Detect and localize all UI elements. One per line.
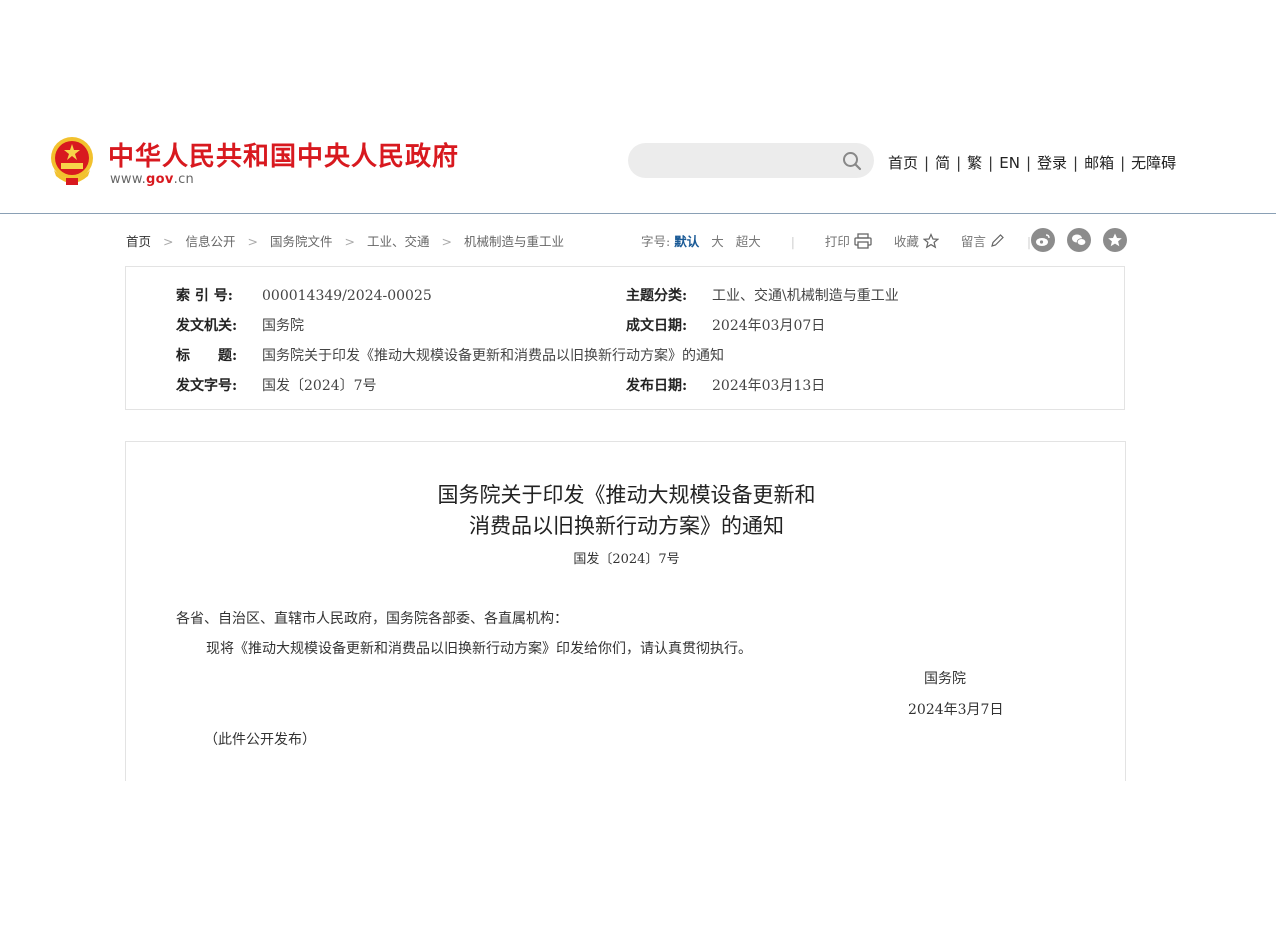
meta-doc-number-value: 国发〔2024〕7号 (262, 378, 377, 394)
article-toolbar: 字号: 默认 大 超大 | 打印 收藏 留言 | (641, 231, 1057, 250)
article-salutation: 各省、自治区、直辖市人民政府，国务院各部委、各直属机构： (176, 611, 568, 627)
meta-publish-date-value: 2024年03月13日 (712, 378, 826, 394)
meta-issuer-value: 国务院 (262, 318, 304, 334)
star-share-icon[interactable] (1103, 228, 1127, 252)
meta-publish-date: 发布日期: 2024年03月13日 (626, 375, 825, 395)
article-body: 国务院关于印发《推动大规模设备更新和 消费品以旧换新行动方案》的通知 国发〔20… (125, 441, 1126, 781)
breadcrumb-chevron-icon: > (344, 234, 355, 249)
favorite-button[interactable]: 收藏 (894, 231, 939, 250)
meta-index: 索 引 号: 000014349/2024-00025 (176, 285, 432, 305)
breadcrumb-chevron-icon: > (441, 234, 452, 249)
meta-topic-label: 主题分类: (626, 288, 688, 304)
meta-title-label: 标 题: (176, 348, 238, 364)
meta-title: 标 题: 国务院关于印发《推动大规模设备更新和消费品以旧换新行动方案》的通知 (176, 345, 724, 365)
breadcrumb-industry-transport[interactable]: 工业、交通 (367, 234, 430, 249)
nav-separator: | (1025, 154, 1031, 172)
header-divider (0, 213, 1276, 214)
nav-home[interactable]: 首页 (888, 154, 918, 172)
meta-index-label: 索 引 号: (176, 288, 233, 304)
font-size-default[interactable]: 默认 (674, 234, 699, 249)
top-nav: 首页 | 简 | 繁 | EN | 登录 | 邮箱 | 无障碍 (888, 152, 1176, 173)
site-url-prefix: www. (110, 172, 147, 187)
article-doc-number: 国发〔2024〕7号 (573, 552, 680, 567)
nav-english[interactable]: EN (999, 154, 1020, 172)
breadcrumb-state-council-docs[interactable]: 国务院文件 (270, 234, 333, 249)
toolbar-divider: | (790, 234, 795, 249)
breadcrumb-info-public[interactable]: 信息公开 (186, 234, 236, 249)
search-box (628, 143, 874, 180)
meta-written-date: 成文日期: 2024年03月07日 (626, 315, 825, 335)
national-emblem-logo[interactable] (48, 136, 96, 188)
breadcrumb-machinery[interactable]: 机械制造与重工业 (464, 234, 564, 249)
pencil-icon (991, 234, 1004, 247)
breadcrumb-home[interactable]: 首页 (126, 234, 151, 249)
font-size-label: 字号: (641, 234, 671, 249)
nav-accessibility[interactable]: 无障碍 (1131, 154, 1176, 172)
breadcrumb: 首页 > 信息公开 > 国务院文件 > 工业、交通 > 机械制造与重工业 (126, 231, 564, 250)
article-title-line1: 国务院关于印发《推动大规模设备更新和 (437, 483, 816, 507)
document-metadata: 索 引 号: 000014349/2024-00025 主题分类: 工业、交通\机械… (125, 266, 1125, 410)
breadcrumb-chevron-icon: > (247, 234, 258, 249)
print-label: 打印 (824, 234, 850, 249)
comment-label: 留言 (960, 234, 986, 249)
printer-icon (854, 232, 872, 249)
favorite-label: 收藏 (893, 234, 919, 249)
meta-written-date-label: 成文日期: (626, 318, 688, 334)
meta-issuer: 发文机关: 国务院 (176, 315, 304, 335)
meta-index-value: 000014349/2024-00025 (262, 288, 432, 304)
nav-simplified[interactable]: 简 (935, 154, 950, 172)
search-input[interactable] (642, 143, 836, 180)
font-size-xlarge[interactable]: 超大 (736, 234, 761, 249)
meta-doc-number: 发文字号: 国发〔2024〕7号 (176, 375, 377, 395)
nav-mailbox[interactable]: 邮箱 (1084, 154, 1114, 172)
comment-button[interactable]: 留言 (961, 231, 1005, 250)
site-title[interactable]: 中华人民共和国中央人民政府 (108, 136, 459, 173)
nav-separator: | (1073, 154, 1079, 172)
meta-title-value: 国务院关于印发《推动大规模设备更新和消费品以旧换新行动方案》的通知 (262, 348, 724, 364)
site-url: www.gov.cn (110, 172, 194, 187)
nav-separator: | (956, 154, 962, 172)
meta-topic-value: 工业、交通\机械制造与重工业 (712, 288, 899, 304)
meta-issuer-label: 发文机关: (176, 318, 238, 334)
breadcrumb-chevron-icon: > (163, 234, 174, 249)
font-size-large[interactable]: 大 (711, 234, 724, 249)
weibo-icon[interactable] (1031, 228, 1055, 252)
article-body-text: 现将《推动大规模设备更新和消费品以旧换新行动方案》印发给你们，请认真贯彻执行。 (206, 641, 752, 657)
article-note: （此件公开发布） (204, 732, 316, 748)
meta-doc-number-label: 发文字号: (176, 378, 238, 394)
article-sign-date: 2024年3月7日 (908, 702, 1004, 718)
nav-separator: | (924, 154, 930, 172)
nav-login[interactable]: 登录 (1037, 154, 1067, 172)
wechat-icon[interactable] (1067, 228, 1091, 252)
nav-traditional[interactable]: 繁 (967, 154, 982, 172)
meta-topic: 主题分类: 工业、交通\机械制造与重工业 (626, 285, 899, 305)
star-outline-icon (922, 232, 939, 248)
site-url-suffix: .cn (173, 172, 195, 187)
print-button[interactable]: 打印 (825, 231, 872, 250)
search-icon[interactable] (842, 151, 862, 171)
article-signatory: 国务院 (924, 671, 966, 687)
meta-written-date-value: 2024年03月07日 (712, 318, 826, 334)
site-url-domain: gov (146, 172, 174, 187)
meta-publish-date-label: 发布日期: (626, 378, 688, 394)
article-title-line2: 消费品以旧换新行动方案》的通知 (469, 514, 784, 538)
nav-separator: | (1120, 154, 1126, 172)
nav-separator: | (988, 154, 994, 172)
